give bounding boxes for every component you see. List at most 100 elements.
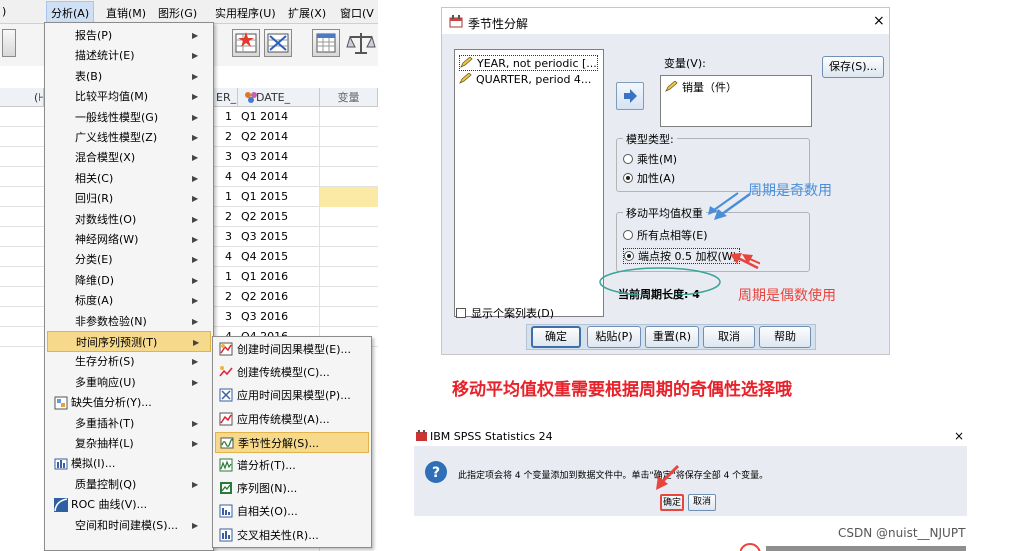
menu-item-label: 生存分析(S)	[75, 355, 135, 369]
move-variable-button[interactable]	[616, 82, 644, 110]
menubar-item-window[interactable]: 窗口(V	[340, 5, 374, 21]
cell-date[interactable]: Q2 2014	[238, 127, 318, 147]
menu-item[interactable]: 生存分析(S) ▶	[47, 351, 211, 372]
submenu-item[interactable]: 应用时间因果模型(P)...	[215, 385, 369, 406]
menu-item[interactable]: ROC 曲线(V)...	[47, 494, 211, 515]
cell-date[interactable]: Q4 2014	[238, 167, 318, 187]
insert-variable-icon[interactable]	[264, 29, 292, 57]
menu-item[interactable]: 表(B) ▶	[47, 66, 211, 87]
cell-quarter[interactable]: 4	[222, 247, 232, 267]
menu-item[interactable]: 质量控制(Q) ▶	[47, 474, 211, 495]
submenu-item[interactable]: 自相关(O)...	[215, 501, 369, 522]
close-icon[interactable]: ×	[873, 13, 885, 29]
cell-quarter[interactable]: 1	[222, 187, 232, 207]
menu-item[interactable]: 降维(D) ▶	[47, 270, 211, 291]
submenu-item[interactable]: 季节性分解(S)...	[215, 431, 369, 453]
submenu-item[interactable]: 创建时间因果模型(E)...	[215, 339, 369, 360]
menubar-item-prev[interactable]: )	[2, 5, 6, 18]
menu-item[interactable]: 比较平均值(M) ▶	[47, 86, 211, 107]
menu-item[interactable]: 非参数检验(N) ▶	[47, 311, 211, 332]
cell-date[interactable]: Q3 2014	[238, 147, 318, 167]
menu-item[interactable]: 混合模型(X) ▶	[47, 147, 211, 168]
confirm-cancel-button[interactable]: 取消	[688, 494, 716, 511]
menu-item[interactable]: 复杂抽样(L) ▶	[47, 433, 211, 454]
cell-date[interactable]: Q4 2015	[238, 247, 318, 267]
source-var-quarter[interactable]: QUARTER, period 4...	[459, 72, 591, 88]
paste-button[interactable]: 粘贴(P)	[587, 326, 641, 348]
cell-quarter[interactable]: 4	[222, 167, 232, 187]
target-variable-list[interactable]: 销量（件）	[660, 75, 812, 127]
menu-item[interactable]: 相关(C) ▶	[47, 168, 211, 189]
cancel-button[interactable]: 取消	[703, 326, 755, 348]
menu-item[interactable]: 缺失值分析(Y)...	[47, 392, 211, 413]
cell-quarter[interactable]: 3	[222, 147, 232, 167]
menubar-item-graphs[interactable]: 图形(G)	[158, 5, 197, 21]
submenu-item[interactable]: 应用传统模型(A)...	[215, 409, 369, 430]
grid-header-variable[interactable]: 变量	[320, 88, 378, 107]
radio-indicator[interactable]	[623, 173, 633, 183]
confirm-ok-button[interactable]: 确定	[660, 494, 684, 511]
cell-date[interactable]: Q2 2015	[238, 207, 318, 227]
cell-quarter[interactable]: 3	[222, 307, 232, 327]
source-var-year[interactable]: YEAR, not periodic [...	[459, 55, 598, 71]
menu-item[interactable]: 空间和时间建模(S)... ▶	[47, 515, 211, 536]
cell-date[interactable]: Q3 2015	[238, 227, 318, 247]
submenu-arrow-icon: ▶	[192, 173, 199, 183]
submenu-item[interactable]: 谱分析(T)...	[215, 455, 369, 476]
ok-button[interactable]: 确定	[531, 326, 581, 348]
grid-header-date[interactable]: DATE_	[238, 88, 320, 107]
help-button[interactable]: 帮助	[759, 326, 811, 348]
menu-item[interactable]: 时间序列预测(T) ▶	[47, 331, 211, 352]
menu-item[interactable]: 广义线性模型(Z) ▶	[47, 127, 211, 148]
menu-item[interactable]: 标度(A) ▶	[47, 290, 211, 311]
insert-cases-icon[interactable]	[232, 29, 260, 57]
submenu-item[interactable]: 创建传统模型(C)...	[215, 362, 369, 383]
submenu-arrow-icon: ▶	[192, 418, 199, 428]
menu-item[interactable]: 一般线性模型(G) ▶	[47, 107, 211, 128]
grid-header-prev[interactable]: (⊦	[0, 88, 44, 107]
menu-item[interactable]: 对数线性(O) ▶	[47, 209, 211, 230]
cell-date[interactable]: Q1 2016	[238, 267, 318, 287]
save-button[interactable]: 保存(S)...	[822, 56, 884, 78]
menu-item[interactable]: 多重响应(U) ▶	[47, 372, 211, 393]
menubar-item-extensions[interactable]: 扩展(X)	[288, 5, 326, 21]
submenu-item-label: 季节性分解(S)...	[238, 436, 320, 450]
menu-item[interactable]: 多重插补(T) ▶	[47, 413, 211, 434]
cell-quarter[interactable]: 1	[222, 107, 232, 127]
close-icon[interactable]: ×	[954, 429, 964, 443]
cell-quarter[interactable]: 3	[222, 227, 232, 247]
menu-item[interactable]: 报告(P) ▶	[47, 25, 211, 46]
menu-item[interactable]: 回归(R) ▶	[47, 188, 211, 209]
scale-variable-icon	[459, 73, 472, 84]
menu-item[interactable]: 模拟(I)...	[47, 453, 211, 474]
cell-quarter[interactable]: 2	[222, 207, 232, 227]
menubar-item-direct-marketing[interactable]: 直销(M)	[106, 5, 146, 21]
menu-item[interactable]: 分类(E) ▶	[47, 249, 211, 270]
cell-date[interactable]: Q1 2014	[238, 107, 318, 127]
target-var-sales[interactable]: 销量（件）	[665, 80, 737, 96]
show-casewise-checkbox[interactable]: 显示个案列表(D)	[456, 306, 554, 322]
selected-cell[interactable]	[320, 187, 378, 207]
checkbox-indicator[interactable]	[456, 308, 466, 318]
submenu-arrow-icon: ▶	[192, 153, 199, 163]
reset-button[interactable]: 重置(R)	[645, 326, 699, 348]
grid-header-year[interactable]: ER_	[214, 88, 238, 107]
radio-multiplicative[interactable]: 乘性(M)	[623, 152, 677, 168]
cell-quarter[interactable]: 2	[222, 127, 232, 147]
split-file-icon[interactable]	[312, 29, 340, 57]
radio-indicator[interactable]	[623, 154, 633, 164]
submenu-item[interactable]: 交叉相关性(R)...	[215, 525, 369, 546]
source-variable-list[interactable]: YEAR, not periodic [... QUARTER, period …	[454, 49, 604, 317]
weight-cases-icon[interactable]	[346, 29, 376, 57]
menu-item-label: ROC 曲线(V)...	[71, 498, 148, 512]
cell-date[interactable]: Q1 2015	[238, 187, 318, 207]
menu-item[interactable]: 描述统计(E) ▶	[47, 45, 211, 66]
submenu-item[interactable]: 序列图(N)...	[215, 478, 369, 499]
cell-date[interactable]: Q3 2016	[238, 307, 318, 327]
cell-quarter[interactable]: 1	[222, 267, 232, 287]
cell-date[interactable]: Q2 2016	[238, 287, 318, 307]
cell-quarter[interactable]: 2	[222, 287, 232, 307]
open-file-icon[interactable]	[2, 29, 16, 57]
menu-item[interactable]: 神经网络(W) ▶	[47, 229, 211, 250]
menubar-item-utilities[interactable]: 实用程序(U)	[215, 5, 276, 21]
